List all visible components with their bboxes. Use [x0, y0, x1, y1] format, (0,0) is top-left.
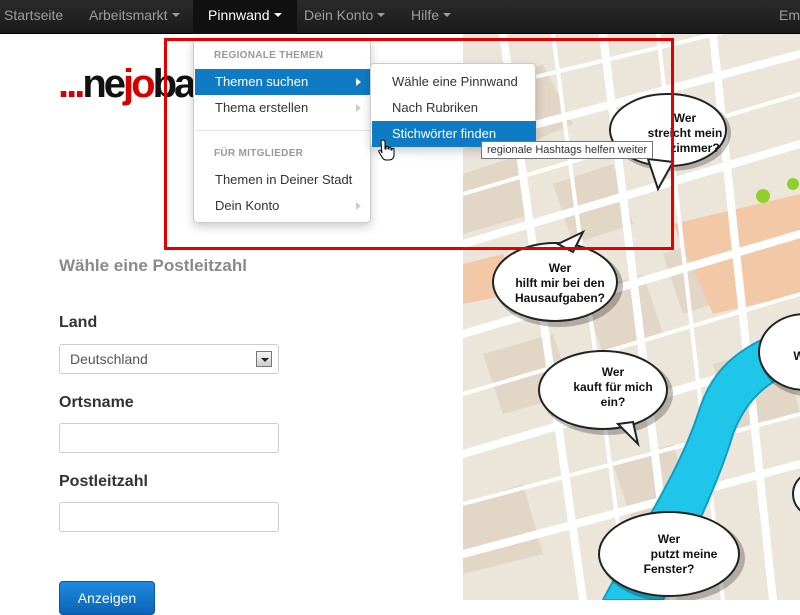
- submenu-item-waehle-pinnwand[interactable]: Wähle eine Pinnwand: [372, 69, 536, 95]
- menu-header-members: FÜR MITGLIEDER: [214, 148, 304, 159]
- menu-item-themen-suchen[interactable]: Themen suchen: [195, 69, 371, 95]
- zip-input[interactable]: [59, 502, 279, 532]
- menu-item-label: Dein Konto: [215, 198, 280, 213]
- menu-item-thema-erstellen[interactable]: Thema erstellen: [195, 95, 371, 121]
- nejoba-logo[interactable]: ...nejoba: [58, 64, 196, 106]
- hand-cursor-icon: [378, 139, 395, 161]
- caret-down-icon: [273, 13, 282, 18]
- city-label: Ortsname: [59, 394, 134, 411]
- logo-ne: ne: [82, 62, 126, 106]
- caret-down-icon: [171, 13, 180, 18]
- nav-email[interactable]: Em: [779, 0, 800, 34]
- bubble-2-line-2: hilft mir bei den: [515, 276, 604, 290]
- chevron-right-icon: [356, 78, 361, 86]
- menu-divider: [195, 130, 371, 131]
- chevron-right-icon: [356, 104, 361, 112]
- menu-item-label: Themen suchen: [215, 74, 309, 89]
- bubble-4-line-2: putzt meine: [651, 547, 718, 561]
- bubble-1-line-1: Wer: [674, 111, 697, 125]
- menu-item-label: Themen in Deiner Stadt: [215, 172, 353, 187]
- top-navbar: Startseite Arbeitsmarkt Pinnwand Dein Ko…: [0, 0, 800, 34]
- menu-item-label: Thema erstellen: [215, 100, 309, 115]
- bubble-3-line-1: Wer: [602, 365, 625, 379]
- bubble-1-line-2: streicht mein: [648, 126, 723, 140]
- country-label: Land: [59, 314, 98, 331]
- menu-item-dein-konto[interactable]: Dein Konto: [195, 193, 371, 219]
- submit-button[interactable]: Anzeigen: [59, 581, 155, 615]
- bubble-5-line-1: W: [793, 349, 800, 363]
- nav-dein-konto[interactable]: Dein Konto: [304, 0, 386, 34]
- nav-hilfe[interactable]: Hilfe: [411, 0, 452, 34]
- menu-item-themen-in-deiner-stadt[interactable]: Themen in Deiner Stadt: [195, 167, 371, 193]
- menu-item-label: Nach Rubriken: [392, 100, 478, 115]
- zip-label: Postleitzahl: [59, 473, 148, 490]
- chevron-right-icon: [356, 202, 361, 210]
- caret-down-icon: [377, 13, 386, 18]
- nav-pinnwand[interactable]: Pinnwand: [193, 0, 297, 34]
- nav-startseite[interactable]: Startseite: [4, 0, 63, 34]
- caret-down-icon: [443, 13, 452, 18]
- nav-label: Em: [779, 7, 800, 23]
- submenu-item-nach-rubriken[interactable]: Nach Rubriken: [372, 95, 536, 121]
- nav-label: Dein Konto: [304, 7, 374, 23]
- chevron-down-icon[interactable]: [256, 351, 272, 367]
- pinnwand-dropdown-menu: REGIONALE THEMEN Themen suchen Thema ers…: [193, 38, 371, 223]
- bubble-2-line-3: Hausaufgaben?: [515, 291, 605, 305]
- tooltip: regionale Hashtags helfen weiter: [481, 141, 654, 159]
- bubble-1-line-3: zimmer?: [670, 141, 719, 155]
- logo-jo: jo: [123, 62, 156, 106]
- bubble-4-line-1: Wer: [658, 532, 681, 546]
- nav-label: Pinnwand: [208, 7, 270, 23]
- themen-suchen-submenu: Wähle eine Pinnwand Nach Rubriken Stichw…: [370, 63, 536, 147]
- nav-label: Hilfe: [411, 7, 440, 23]
- menu-header-regional: REGIONALE THEMEN: [214, 50, 324, 61]
- bubble-3-line-3: ein?: [601, 395, 626, 409]
- nav-label: Startseite: [4, 7, 64, 23]
- bubble-2-line-1: Wer: [549, 261, 572, 275]
- bubble-4-line-3: Fenster?: [644, 562, 695, 576]
- country-select[interactable]: Deutschland: [59, 344, 279, 374]
- logo-ba: ba: [152, 62, 197, 106]
- logo-dots: ...: [58, 62, 85, 106]
- menu-item-label: Stichwörter finden: [392, 126, 497, 141]
- bubble-3-line-2: kauft für mich: [573, 380, 652, 394]
- menu-item-label: Wähle eine Pinnwand: [392, 74, 518, 89]
- nav-arbeitsmarkt[interactable]: Arbeitsmarkt: [89, 0, 180, 34]
- country-select-value: Deutschland: [70, 351, 148, 367]
- form-title: Wähle eine Postleitzahl: [59, 256, 247, 275]
- city-input[interactable]: [59, 423, 279, 453]
- nav-label: Arbeitsmarkt: [89, 7, 168, 23]
